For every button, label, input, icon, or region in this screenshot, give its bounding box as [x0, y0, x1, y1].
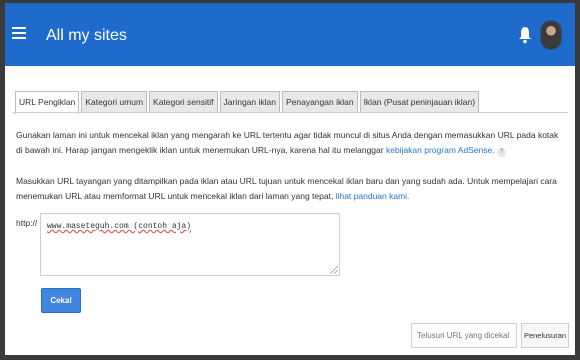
app-bar: All my sites [0, 0, 580, 66]
url-prefix-label: http:// [16, 218, 38, 228]
intro-paragraph: Gunakan laman ini untuk mencekal iklan y… [16, 128, 566, 158]
tab-penayangan-iklan[interactable]: Penayangan iklan [281, 91, 358, 113]
block-url-button[interactable]: Cekal URL [41, 288, 81, 328]
url-textarea[interactable]: www.maseteguh.com (contoh aja) [40, 213, 340, 276]
tab-jaringan-iklan[interactable]: Jaringan iklan [219, 91, 280, 113]
info-icon[interactable]: ? [497, 148, 507, 157]
tab-kategori-sensitif[interactable]: Kategori sensitif [149, 91, 218, 113]
url-textarea-value: www.maseteguh.com (contoh aja) [47, 222, 192, 231]
tab-pusat-peninjauan-iklan[interactable]: Iklan (Pusat peninjauan iklan) [359, 91, 480, 113]
instructions-text: Masukkan URL tayangan yang ditampilkan p… [16, 176, 557, 201]
guide-link[interactable]: lihat panduan kami. [336, 191, 410, 201]
tab-divider [12, 112, 568, 113]
adsense-policy-link[interactable]: kebijakan program AdSense. [386, 145, 495, 155]
tab-kategori-umum[interactable]: Kategori umum [81, 91, 148, 113]
blocked-url-search-input[interactable] [411, 323, 517, 348]
instructions-paragraph: Masukkan URL tayangan yang ditampilkan p… [16, 174, 566, 204]
avatar[interactable] [540, 20, 562, 50]
bell-icon[interactable] [518, 26, 532, 44]
search-button[interactable]: Penelusuran [521, 323, 569, 348]
hamburger-menu-icon[interactable] [12, 27, 26, 39]
tab-url-pengiklan[interactable]: URL Pengiklan [15, 91, 80, 114]
tab-bar: URL Pengiklan Kategori umum Kategori sen… [15, 91, 481, 114]
textarea-resize-handle[interactable] [330, 266, 338, 274]
page-title: All my sites [46, 27, 127, 44]
